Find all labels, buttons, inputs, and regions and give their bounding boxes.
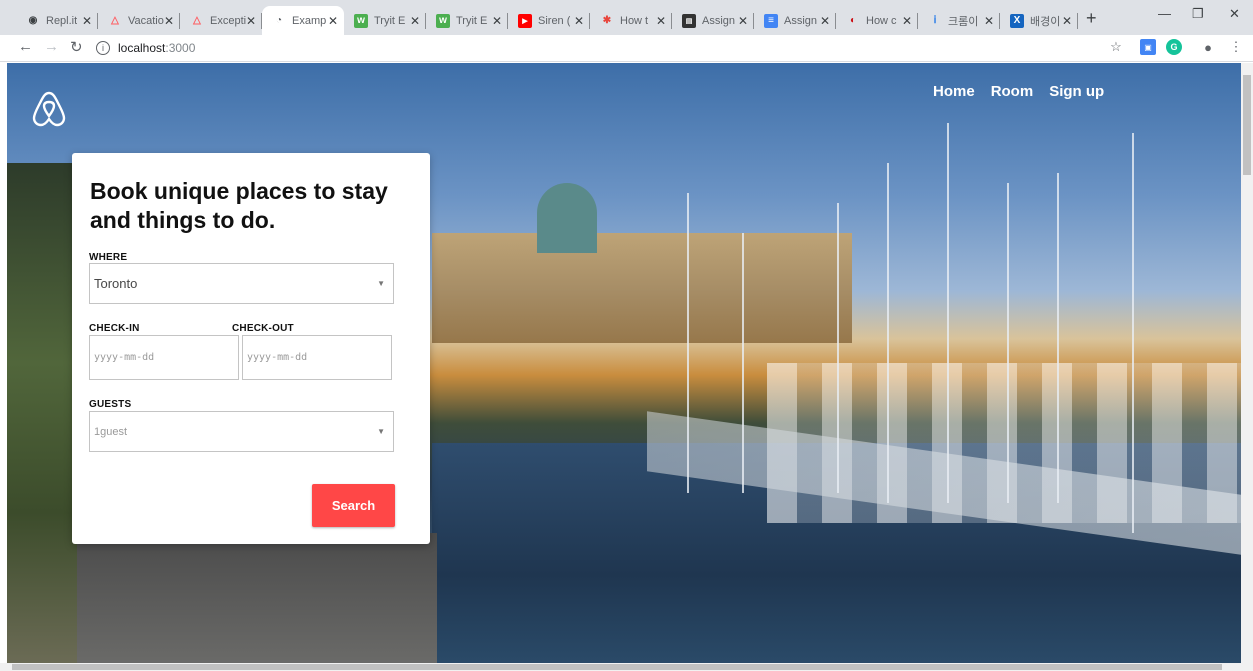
puzzle-icon: ✱ (602, 15, 612, 26)
nav-signup-link[interactable]: Sign up (1049, 83, 1104, 100)
search-button[interactable]: Search (312, 484, 395, 527)
replit-icon: ◉ (28, 15, 38, 26)
close-tab-icon[interactable]: ✕ (1062, 14, 1072, 28)
back-icon[interactable]: ← (18, 38, 33, 55)
reload-icon[interactable]: ↻ (70, 38, 83, 56)
checkout-placeholder: yyyy-mm-dd (247, 352, 308, 363)
airbnb-logo-icon[interactable] (31, 89, 67, 127)
tab-korean-2[interactable]: X 배경이 ✕ (1000, 6, 1078, 35)
dropdown-caret-icon: ▼ (377, 427, 385, 436)
restore-icon[interactable]: ❐ (1192, 6, 1204, 22)
tab-korean-1[interactable]: ⅰ 크롬이 ✕ (918, 6, 1000, 35)
new-tab-button[interactable]: + (1086, 8, 1097, 29)
profile-icon[interactable]: ● (1200, 39, 1216, 55)
booking-heading: Book unique places to stay and things to… (90, 178, 388, 233)
close-window-icon[interactable]: ✕ (1229, 6, 1240, 22)
tab-exception[interactable]: △ Excepti ✕ (180, 6, 262, 35)
url-port: :3000 (165, 41, 196, 55)
tab-title: Tryit E (374, 14, 406, 27)
globe-icon: ◔ (275, 15, 283, 26)
tab-title: How c (866, 14, 897, 27)
assignment-icon: ▤ (682, 13, 696, 28)
airbnb-icon: △ (111, 15, 119, 26)
where-label: WHERE (89, 252, 128, 263)
tab-title: Vacatio (128, 14, 164, 27)
opera-icon: ◐ (849, 15, 857, 26)
tab-replit[interactable]: ◉ Repl.it ✕ (16, 6, 98, 35)
tab-title: How t (620, 14, 649, 27)
nav-room-link[interactable]: Room (991, 83, 1034, 100)
tab-siren[interactable]: ▶ Siren ( ✕ (508, 6, 590, 35)
checkout-label: CHECK-OUT (232, 323, 294, 334)
bookmark-star-icon[interactable]: ☆ (1108, 39, 1124, 55)
vertical-scrollbar[interactable] (1241, 63, 1253, 663)
tab-howto[interactable]: ✱ How t ✕ (590, 6, 672, 35)
extension-icon[interactable]: ▣ (1140, 39, 1156, 55)
tab-assign-1[interactable]: ▤ Assign ✕ (672, 6, 754, 35)
page-viewport: Home Room Sign up Book unique places to … (7, 63, 1241, 663)
close-tab-icon[interactable]: ✕ (738, 14, 748, 28)
forward-icon[interactable]: → (44, 38, 59, 55)
checkout-input[interactable]: yyyy-mm-dd (242, 335, 392, 380)
close-tab-icon[interactable]: ✕ (164, 14, 174, 28)
w3schools-icon: w (436, 13, 450, 28)
tab-title: Excepti (210, 14, 247, 27)
where-value: Toronto (94, 276, 138, 291)
tab-example-active[interactable]: ◔ Examp ✕ (262, 6, 344, 35)
checkin-input[interactable]: yyyy-mm-dd (89, 335, 239, 380)
horizontal-scrollbar[interactable] (0, 663, 1253, 671)
tab-title: Examp (292, 14, 327, 27)
top-nav: Home Room Sign up (933, 83, 1104, 100)
tab-title: 크롬이 (948, 15, 979, 28)
tab-title: 배경이 (1030, 15, 1061, 28)
close-tab-icon[interactable]: ✕ (410, 14, 420, 28)
x-icon: X (1010, 13, 1024, 28)
airbnb-icon: △ (193, 15, 201, 26)
guests-label: GUESTS (89, 399, 132, 410)
guests-select[interactable]: 1guest ▼ (89, 411, 394, 452)
tab-title: Repl.it (46, 14, 78, 27)
minimize-icon[interactable]: — (1158, 6, 1171, 21)
url-host: localhost (118, 41, 166, 55)
booking-card: Book unique places to stay and things to… (72, 153, 430, 544)
where-select[interactable]: Toronto ▼ (89, 263, 394, 304)
grammarly-icon[interactable]: G (1166, 39, 1182, 55)
docs-icon: ≡ (764, 13, 778, 28)
tab-title: Siren ( (538, 14, 571, 27)
tab-assign-2[interactable]: ≡ Assign ✕ (754, 6, 836, 35)
checkin-placeholder: yyyy-mm-dd (94, 352, 155, 363)
address-bar[interactable]: i localhost:3000 (92, 37, 1132, 59)
close-tab-icon[interactable]: ✕ (656, 14, 666, 28)
close-tab-icon[interactable]: ✕ (902, 14, 912, 28)
guests-value: 1guest (94, 425, 128, 438)
w3schools-icon: w (354, 13, 368, 28)
close-tab-icon[interactable]: ✕ (246, 14, 256, 28)
checkin-label: CHECK-IN (89, 323, 140, 334)
close-tab-icon[interactable]: ✕ (328, 14, 338, 28)
tab-title: Assign (702, 14, 736, 27)
close-tab-icon[interactable]: ✕ (82, 14, 92, 28)
browser-tab-strip: ◉ Repl.it ✕ △ Vacatio ✕ △ Excepti ✕ ◔ Ex… (0, 0, 1253, 35)
close-tab-icon[interactable]: ✕ (820, 14, 830, 28)
scrollbar-thumb[interactable] (12, 664, 1222, 670)
site-info-icon[interactable]: i (96, 41, 110, 55)
menu-kebab-icon[interactable]: ⋮ (1228, 39, 1244, 55)
tab-title: Tryit E (456, 14, 488, 27)
youtube-icon: ▶ (518, 13, 532, 28)
tab-vacation[interactable]: △ Vacatio ✕ (98, 6, 180, 35)
close-tab-icon[interactable]: ✕ (984, 14, 994, 28)
dropdown-caret-icon: ▼ (377, 279, 385, 288)
info-icon: ⅰ (933, 15, 937, 26)
close-tab-icon[interactable]: ✕ (574, 14, 584, 28)
tab-howc[interactable]: ◐ How c ✕ (836, 6, 918, 35)
tab-tryit-1[interactable]: w Tryit E ✕ (344, 6, 426, 35)
close-tab-icon[interactable]: ✕ (492, 14, 502, 28)
nav-home-link[interactable]: Home (933, 83, 975, 100)
tab-tryit-2[interactable]: w Tryit E ✕ (426, 6, 508, 35)
tab-title: Assign (784, 14, 818, 27)
scrollbar-thumb[interactable] (1243, 75, 1251, 175)
browser-toolbar: ← → ↻ i localhost:3000 ☆ ▣ G ● ⋮ (0, 35, 1253, 62)
